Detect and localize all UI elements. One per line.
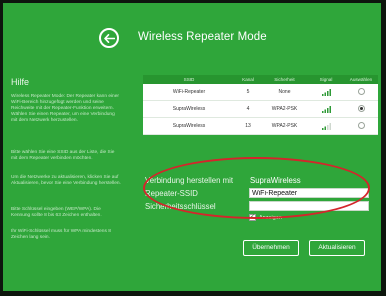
- help-sidebar: Hilfe Wireless Repeater Mode: Der Repeat…: [3, 59, 129, 291]
- show-key-label: Anzeigen: [259, 215, 282, 221]
- security-key-input[interactable]: [249, 201, 369, 211]
- ssid-label: Repeater-SSID: [145, 189, 198, 198]
- table-row[interactable]: SupraWireless 4 WPA2-PSK: [143, 100, 378, 118]
- help-paragraph: Bitte wählen Sie eine SSID aus der Liste…: [11, 150, 115, 161]
- connect-value: SupraWireless: [250, 176, 301, 185]
- cell-select: [344, 100, 378, 118]
- help-paragraph: Um die Netzwerke zu aktualisieren, klick…: [11, 175, 121, 186]
- cell-security: WPA2-PSK: [261, 117, 308, 135]
- cell-ssid: SupraWireless: [143, 117, 235, 135]
- cell-channel: 4: [235, 100, 261, 118]
- cell-signal: [308, 84, 344, 101]
- col-header-security: Sicherheit: [261, 75, 308, 84]
- page-title: Wireless Repeater Mode: [138, 31, 267, 43]
- cell-security: WPA2-PSK: [261, 100, 308, 118]
- back-button[interactable]: [99, 28, 119, 48]
- col-header-ssid: SSID: [143, 75, 235, 84]
- help-paragraph: Ihr WiFi-Schlüssel muss für WPA mindeste…: [11, 229, 111, 240]
- header-bar: Wireless Repeater Mode: [3, 3, 381, 59]
- col-header-select: Auswählen: [344, 75, 378, 84]
- cell-channel: 13: [235, 117, 261, 135]
- cell-ssid: SupraWireless: [143, 100, 235, 118]
- monitor-frame: Wireless Repeater Mode Hilfe Wireless Re…: [0, 0, 386, 296]
- col-header-channel: Kanal: [235, 75, 261, 84]
- help-title: Hilfe: [11, 77, 30, 87]
- router-screen: Wireless Repeater Mode Hilfe Wireless Re…: [3, 3, 381, 291]
- select-radio[interactable]: [357, 121, 365, 129]
- refresh-button[interactable]: Aktualisieren: [309, 240, 365, 256]
- cell-signal: [308, 100, 344, 118]
- arrow-left-icon: [103, 33, 115, 43]
- connect-label: Verbindung herstellen mit: [145, 176, 233, 185]
- signal-strength-icon: [321, 88, 331, 96]
- help-paragraph: Bitte Schlüssel eingeben (WEP/WPA). Die …: [11, 207, 102, 218]
- table-row[interactable]: WiFi-Repeater 5 None: [143, 84, 378, 101]
- select-radio[interactable]: [357, 87, 365, 95]
- cell-ssid: WiFi-Repeater: [143, 84, 235, 101]
- cell-select: [344, 117, 378, 135]
- select-radio[interactable]: [357, 104, 365, 112]
- cell-signal: [308, 117, 344, 135]
- signal-strength-icon: [321, 105, 331, 113]
- col-header-signal: Signal: [308, 75, 344, 84]
- cell-channel: 5: [235, 84, 261, 101]
- table-header-row: SSID Kanal Sicherheit Signal Auswählen: [143, 75, 378, 84]
- key-label: Sicherheitsschlüssel: [145, 202, 216, 211]
- cell-select: [344, 84, 378, 101]
- show-key-checkbox[interactable]: ✓: [249, 214, 256, 221]
- help-paragraph: Wireless Repeater Mode: Der Repeater kan…: [11, 94, 119, 123]
- signal-strength-icon: [321, 122, 331, 130]
- network-table: SSID Kanal Sicherheit Signal Auswählen W…: [143, 75, 381, 135]
- repeater-ssid-input[interactable]: [249, 188, 369, 198]
- apply-button[interactable]: Übernehmen: [243, 240, 299, 256]
- cell-security: None: [261, 84, 308, 101]
- table-row[interactable]: SupraWireless 13 WPA2-PSK: [143, 117, 378, 135]
